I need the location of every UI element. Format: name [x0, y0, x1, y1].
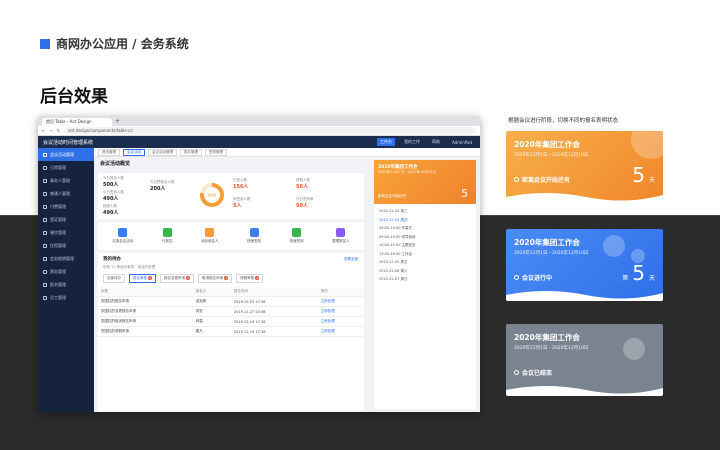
process-link[interactable]: 立即处理 — [317, 326, 364, 337]
table-row: 张国柱的变更报名申请 何宏 2019-11-27 20:36 立即处理 — [98, 306, 364, 317]
nav-my-work[interactable]: 我的工作 — [401, 138, 423, 146]
sidebar: 会议活动管理 日常管理 事务人管理 普通人管理 付费管理 签证管理 餐饮管理 住… — [38, 148, 94, 412]
menu-icon — [43, 191, 47, 196]
signup-icon — [162, 228, 172, 237]
schedule-item[interactable]: 2020-12-07 周日 — [374, 275, 476, 284]
back-icon[interactable]: ← — [42, 128, 45, 133]
section-title: 后台效果 — [40, 87, 108, 107]
status-card-ended: 2020年集团工作会 2020年12月1日 - 2020年12月10日 会议已结… — [506, 324, 663, 396]
sidebar-item[interactable]: 日常管理 — [38, 161, 94, 174]
menu-icon — [43, 204, 47, 209]
schedule-item[interactable]: 09:00-10:00 领导致辞 — [374, 233, 476, 242]
process-link[interactable]: 立即处理 — [317, 306, 364, 317]
schedule-item[interactable]: 2020-12-04 周四 — [374, 216, 476, 225]
menu-icon — [43, 269, 47, 274]
menu-icon — [43, 282, 47, 287]
reload-icon[interactable]: ↻ — [57, 128, 60, 133]
schedule-item[interactable]: 13:00-16:00 工作会 — [374, 250, 476, 259]
browser-tab[interactable]: 首页 Table - Ant Design — [42, 118, 112, 126]
breadcrumb: 商网办公应用 / 会务系统 — [40, 35, 189, 52]
menu-icon — [43, 152, 47, 157]
sidebar-item[interactable]: 餐饮管理 — [38, 226, 94, 239]
todo-card: 我的待办 您有 12 条待办事项，请及时处理 查看全部 全部待办 报名审核 5 … — [98, 253, 364, 411]
sidebar-item[interactable]: 住宿管理 — [38, 239, 94, 252]
state-note: 根据会议进行阶段，切换不同的报名表明状态 — [508, 118, 619, 124]
schedule-item[interactable]: 2020-12-06 周六 — [374, 267, 476, 276]
menu-icon — [43, 230, 47, 235]
schedule-item[interactable]: 10:00-11:00 主题发言 — [374, 241, 476, 250]
checkin-icon — [292, 228, 302, 237]
nav-help[interactable]: 帮助 — [429, 138, 443, 146]
add-user-icon — [205, 228, 215, 237]
todo-title: 我的待办 — [103, 257, 121, 262]
sidebar-item[interactable]: 签证管理 — [38, 213, 94, 226]
sidebar-item[interactable]: 会议活动管理 — [38, 148, 94, 161]
shortcut-button[interactable]: 代报名 — [162, 228, 172, 244]
schedule-panel: 2020年集团工作会 2020年12月1日 - 2020年12月10日 距离会议… — [374, 160, 476, 409]
process-link[interactable]: 立即处理 — [317, 316, 364, 327]
sidebar-item[interactable]: 事务人管理 — [38, 174, 94, 187]
nav-workbench[interactable]: 工作台 — [377, 138, 396, 146]
schedule-item[interactable]: 09:00-10:00 开幕式 — [374, 224, 476, 233]
users-icon — [336, 228, 346, 237]
view-all-link[interactable]: 查看全部 — [344, 257, 358, 262]
shortcut-button[interactable]: 快速签到 — [247, 228, 261, 244]
shortcut-button[interactable]: 添加参会人 — [201, 228, 218, 244]
breadcrumb-text: 商网办公应用 / 会务系统 — [56, 37, 189, 51]
status-card-upcoming: 2020年集团工作会 2020年12月1日 - 2020年12月10日 距离会议… — [506, 131, 663, 203]
app-title: 会议活动时间管理系统 — [43, 139, 94, 146]
sidebar-item[interactable]: 会务报销管理 — [38, 252, 94, 265]
tab-signin[interactable]: 签到管理 — [205, 148, 227, 156]
new-tab-icon[interactable]: + — [115, 118, 120, 126]
schedule-item[interactable]: 2020-12-03 周三 — [374, 207, 476, 216]
shortcut-button[interactable]: 整理报名人 — [332, 228, 350, 244]
brand-square-icon — [40, 38, 50, 49]
sidebar-item[interactable]: 票务管理 — [38, 265, 94, 278]
tab-meeting-manage[interactable]: 会议活动管理 — [148, 148, 177, 156]
menu-icon — [43, 217, 47, 222]
table-row: 张国柱的请假申请 唐凡 2019-12-19 17:36 立即处理 — [98, 326, 364, 337]
status-card-ongoing: 2020年集团工作会 2020年12月1日 - 2020年12月10日 会议进行… — [506, 229, 663, 301]
hourglass-icon — [514, 275, 519, 280]
shortcuts-card: 议事会议活动 代报名 添加参会人 快速签到 快速签到 整理报名人 — [98, 222, 364, 250]
shortcut-button[interactable]: 快速签到 — [290, 228, 304, 244]
tab-registration[interactable]: 报名管理 — [180, 148, 202, 156]
forward-icon[interactable]: → — [49, 128, 52, 133]
table-row: 张国柱的取消报名申请 林嘉 2019-12-19 17:36 立即处理 — [98, 316, 364, 327]
filter-leave[interactable]: 请假审核 2 — [236, 274, 264, 283]
table-row: 张国柱的报名申请 孟宪彬 2019-12-25 17:36 立即处理 — [98, 296, 364, 307]
check-circle-icon — [514, 370, 519, 375]
checkin-icon — [249, 228, 259, 237]
filter-review[interactable]: 报名审核 5 — [129, 274, 157, 283]
sidebar-item[interactable]: 付费管理 — [38, 200, 94, 213]
sidebar-item[interactable]: 员工管理 — [38, 291, 94, 304]
calendar-icon — [118, 228, 128, 237]
sidebar-item[interactable]: 普通人管理 — [38, 187, 94, 200]
url-input[interactable]: ant.design/components/table-cn — [64, 127, 476, 134]
sidebar-item[interactable]: 报名管理 — [38, 278, 94, 291]
schedule-item[interactable]: 2020-12-05 周五 — [374, 258, 476, 267]
signin-rate-donut: 签到率 — [200, 183, 224, 207]
filter-change[interactable]: 报名变更申请 3 — [160, 274, 195, 283]
shortcut-button[interactable]: 议事会议活动 — [112, 228, 133, 244]
filter-cancel[interactable]: 取消报名申请 2 — [198, 274, 233, 283]
meeting-status-card: 2020年集团工作会 2020年12月1日 - 2020年12月10日 距离会议… — [374, 160, 476, 204]
main-area: 首页管理 会议活动 会议活动管理 报名管理 签到管理 会议活动概览 今日报名人数… — [94, 148, 480, 412]
menu-icon — [43, 243, 47, 248]
filter-all[interactable]: 全部待办 — [103, 274, 125, 283]
clock-icon — [514, 177, 519, 182]
browser-window: 首页 Table - Ant Design + ← → ↻ ant.design… — [38, 116, 480, 412]
nav-user[interactable]: AdminPad — [449, 139, 475, 146]
process-link[interactable]: 立即处理 — [317, 296, 364, 307]
stats-card: 今日报名人数 500人 今日签到人数 490人 缺席人数 490人 今日预报名人数 20… — [98, 173, 364, 219]
menu-icon — [43, 178, 47, 183]
todo-table: 标题 报名人 报名时间 操作 张国柱的报名申请 孟宪彬 2019-12-25 17:36 立… — [98, 287, 364, 337]
tab-meeting[interactable]: 会议活动 — [123, 148, 145, 156]
menu-icon — [43, 295, 47, 300]
tab-home[interactable]: 首页管理 — [98, 148, 120, 156]
menu-icon — [43, 165, 47, 170]
menu-icon — [43, 256, 47, 261]
